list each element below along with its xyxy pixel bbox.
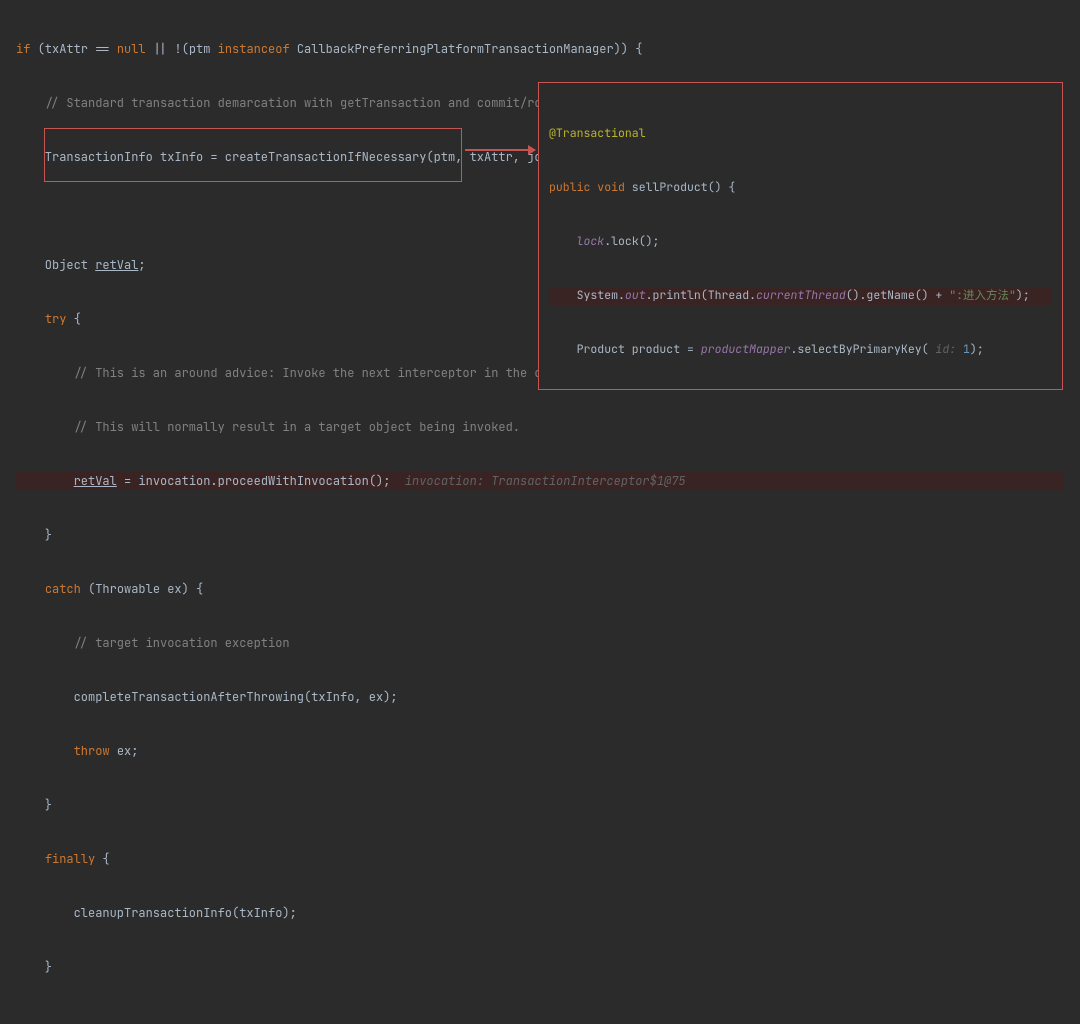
code-line[interactable]: finally { [16,850,1064,868]
inline-hint: invocation: TransactionInterceptor$1@75 [390,473,685,489]
code-line[interactable]: } [16,796,1064,814]
code-line[interactable]: Product product = productMapper.selectBy… [549,341,1052,359]
code-line[interactable]: if (txAttr == null || !(ptm instanceof C… [16,40,1064,58]
code-line[interactable]: // This will normally result in a target… [16,418,1064,436]
code-line[interactable]: cleanupTransactionInfo(txInfo); [16,904,1064,922]
code-line[interactable]: } [16,526,1064,544]
code-line-caret[interactable]: retVal = invocation.proceedWithInvocatio… [16,472,1064,490]
code-line[interactable]: lock.lock(); [549,233,1052,251]
code-line[interactable]: } [16,958,1064,976]
code-panel-right[interactable]: @Transactional public void sellProduct()… [538,82,1063,390]
code-line[interactable]: completeTransactionAfterThrowing(txInfo,… [16,688,1064,706]
code-line[interactable]: throw ex; [16,742,1064,760]
code-line[interactable]: // target invocation exception [16,634,1064,652]
code-line[interactable]: public void sellProduct() { [549,179,1052,197]
code-line-caret[interactable]: System.out.println(Thread.currentThread(… [549,287,1052,305]
code-line[interactable]: catch (Throwable ex) { [16,580,1064,598]
keyword-if: if [16,41,30,57]
code-line[interactable] [16,1012,1064,1024]
code-line[interactable]: @Transactional [549,125,1052,143]
